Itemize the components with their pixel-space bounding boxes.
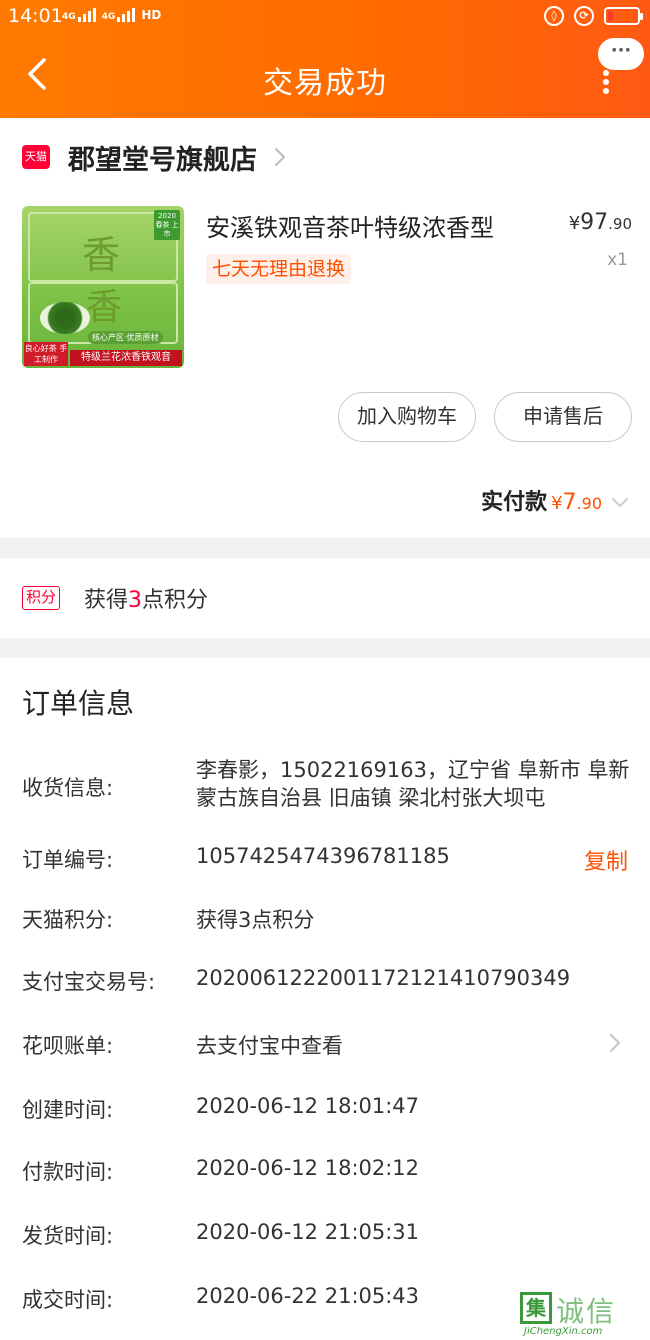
- battery-icon: [604, 7, 643, 25]
- points-card: 积分 获得3点积分: [0, 558, 650, 638]
- add-to-cart-button[interactable]: 加入购物车: [338, 392, 476, 442]
- page-title: 交易成功: [263, 66, 387, 101]
- product-image-bottom-label: 特级兰花浓香铁观音: [70, 350, 182, 366]
- site-watermark: 集 诚信 JiChengXin.com: [520, 1292, 640, 1338]
- network-label-1: 4G: [62, 12, 76, 22]
- after-sale-button[interactable]: 申请售后: [494, 392, 632, 442]
- shipped-time-label: 发货时间:: [22, 1224, 114, 1248]
- created-time-value: 2020-06-12 18:01:47: [196, 1094, 420, 1118]
- paid-time-label: 付款时间:: [22, 1160, 114, 1184]
- product-quantity: x1: [607, 250, 628, 270]
- order-info-card: 订单信息 收货信息: 李春影，15022169163，辽宁省 阜新市 阜新蒙古族…: [0, 658, 650, 1340]
- amount-paid-row[interactable]: 实付款 ¥7.90: [481, 484, 630, 516]
- lock-rotation-icon: ⟳: [574, 6, 594, 26]
- product-image-char: 香: [82, 233, 121, 277]
- paid-time-value: 2020-06-12 18:02:12: [196, 1156, 420, 1180]
- network-label-3: HD: [141, 8, 162, 22]
- product-image-subtitle: 核心产区·优质原材: [88, 331, 163, 344]
- closed-time-value: 2020-06-22 21:05:43: [196, 1284, 420, 1308]
- watermark-chars: 诚信: [556, 1295, 617, 1328]
- closed-time-label: 成交时间:: [22, 1288, 114, 1312]
- product-title[interactable]: 安溪铁观音茶叶特级浓香型: [206, 208, 494, 243]
- points-tag: 积分: [22, 586, 61, 610]
- shipped-time-value: 2020-06-12 21:05:31: [196, 1220, 420, 1244]
- huabei-bill-value: 去支付宝中查看: [196, 1034, 343, 1058]
- product-price: ¥97.90: [568, 210, 632, 235]
- copy-order-number-button[interactable]: 复制: [584, 844, 628, 876]
- shipping-info-value: 李春影，15022169163，辽宁省 阜新市 阜新蒙古族自治县 旧庙镇 梁北村…: [196, 758, 630, 810]
- tmall-points-value: 获得3点积分: [196, 908, 315, 932]
- shop-link[interactable]: 天猫 郡望堂号旗舰店: [22, 140, 287, 176]
- shop-name: 郡望堂号旗舰店: [68, 144, 257, 176]
- network-indicator: 4G 4G HD: [62, 6, 161, 22]
- product-image[interactable]: 香 香 2020 春茶 上市 核心产区·优质原材 良心好茶 手工制作 特级兰花浓…: [22, 206, 184, 368]
- huabei-bill-label: 花呗账单:: [22, 1034, 114, 1058]
- amount-paid-value: ¥7.90: [551, 490, 602, 515]
- status-bar: 14:01 4G 4G HD ◊ ⟳: [0, 0, 650, 34]
- app-header: 14:01 4G 4G HD ◊ ⟳ 交易成功 ···: [0, 0, 650, 118]
- created-time-label: 创建时间:: [22, 1098, 114, 1122]
- order-number-value: 1057425474396781185: [196, 844, 450, 868]
- chevron-right-icon: [275, 148, 286, 166]
- signal-bars-icon-2: [117, 6, 136, 22]
- order-info-title: 订单信息: [22, 687, 135, 720]
- network-label-2: 4G: [101, 12, 116, 22]
- product-image-left-label: 良心好茶 手工制作: [24, 342, 68, 366]
- chevron-down-icon: [612, 498, 628, 508]
- more-menu-button[interactable]: ···: [598, 38, 644, 70]
- product-image-badge: 2020 春茶 上市: [154, 210, 180, 240]
- shipping-info-label: 收货信息:: [22, 776, 114, 800]
- alipay-transaction-value: 2020061222001172121410790349: [196, 966, 571, 990]
- watermark-logo-icon: 集: [520, 1292, 552, 1324]
- chevron-right-icon: [610, 1034, 621, 1052]
- vibrate-icon: ◊: [544, 6, 564, 26]
- tea-leaves-image: [40, 302, 90, 334]
- overflow-dots-icon[interactable]: [600, 70, 612, 94]
- tmall-points-label: 天猫积分:: [22, 908, 114, 932]
- return-policy-badge: 七天无理由退换: [206, 254, 352, 284]
- signal-bars-icon: [77, 6, 96, 22]
- watermark-site: JiChengXin.com: [524, 1326, 603, 1337]
- order-item-card: 天猫 郡望堂号旗舰店 香 香 2020 春茶 上市 核心产区·优质原材 良心好茶…: [0, 118, 650, 538]
- order-number-label: 订单编号:: [22, 848, 114, 872]
- amount-paid-label: 实付款: [481, 490, 548, 515]
- status-icons: ◊ ⟳: [544, 6, 643, 26]
- points-earned: 获得3点积分: [84, 588, 209, 613]
- product-image-char-2: 香: [86, 287, 123, 328]
- alipay-transaction-label: 支付宝交易号:: [22, 970, 156, 994]
- tmall-badge: 天猫: [22, 145, 50, 169]
- status-time: 14:01: [8, 5, 63, 27]
